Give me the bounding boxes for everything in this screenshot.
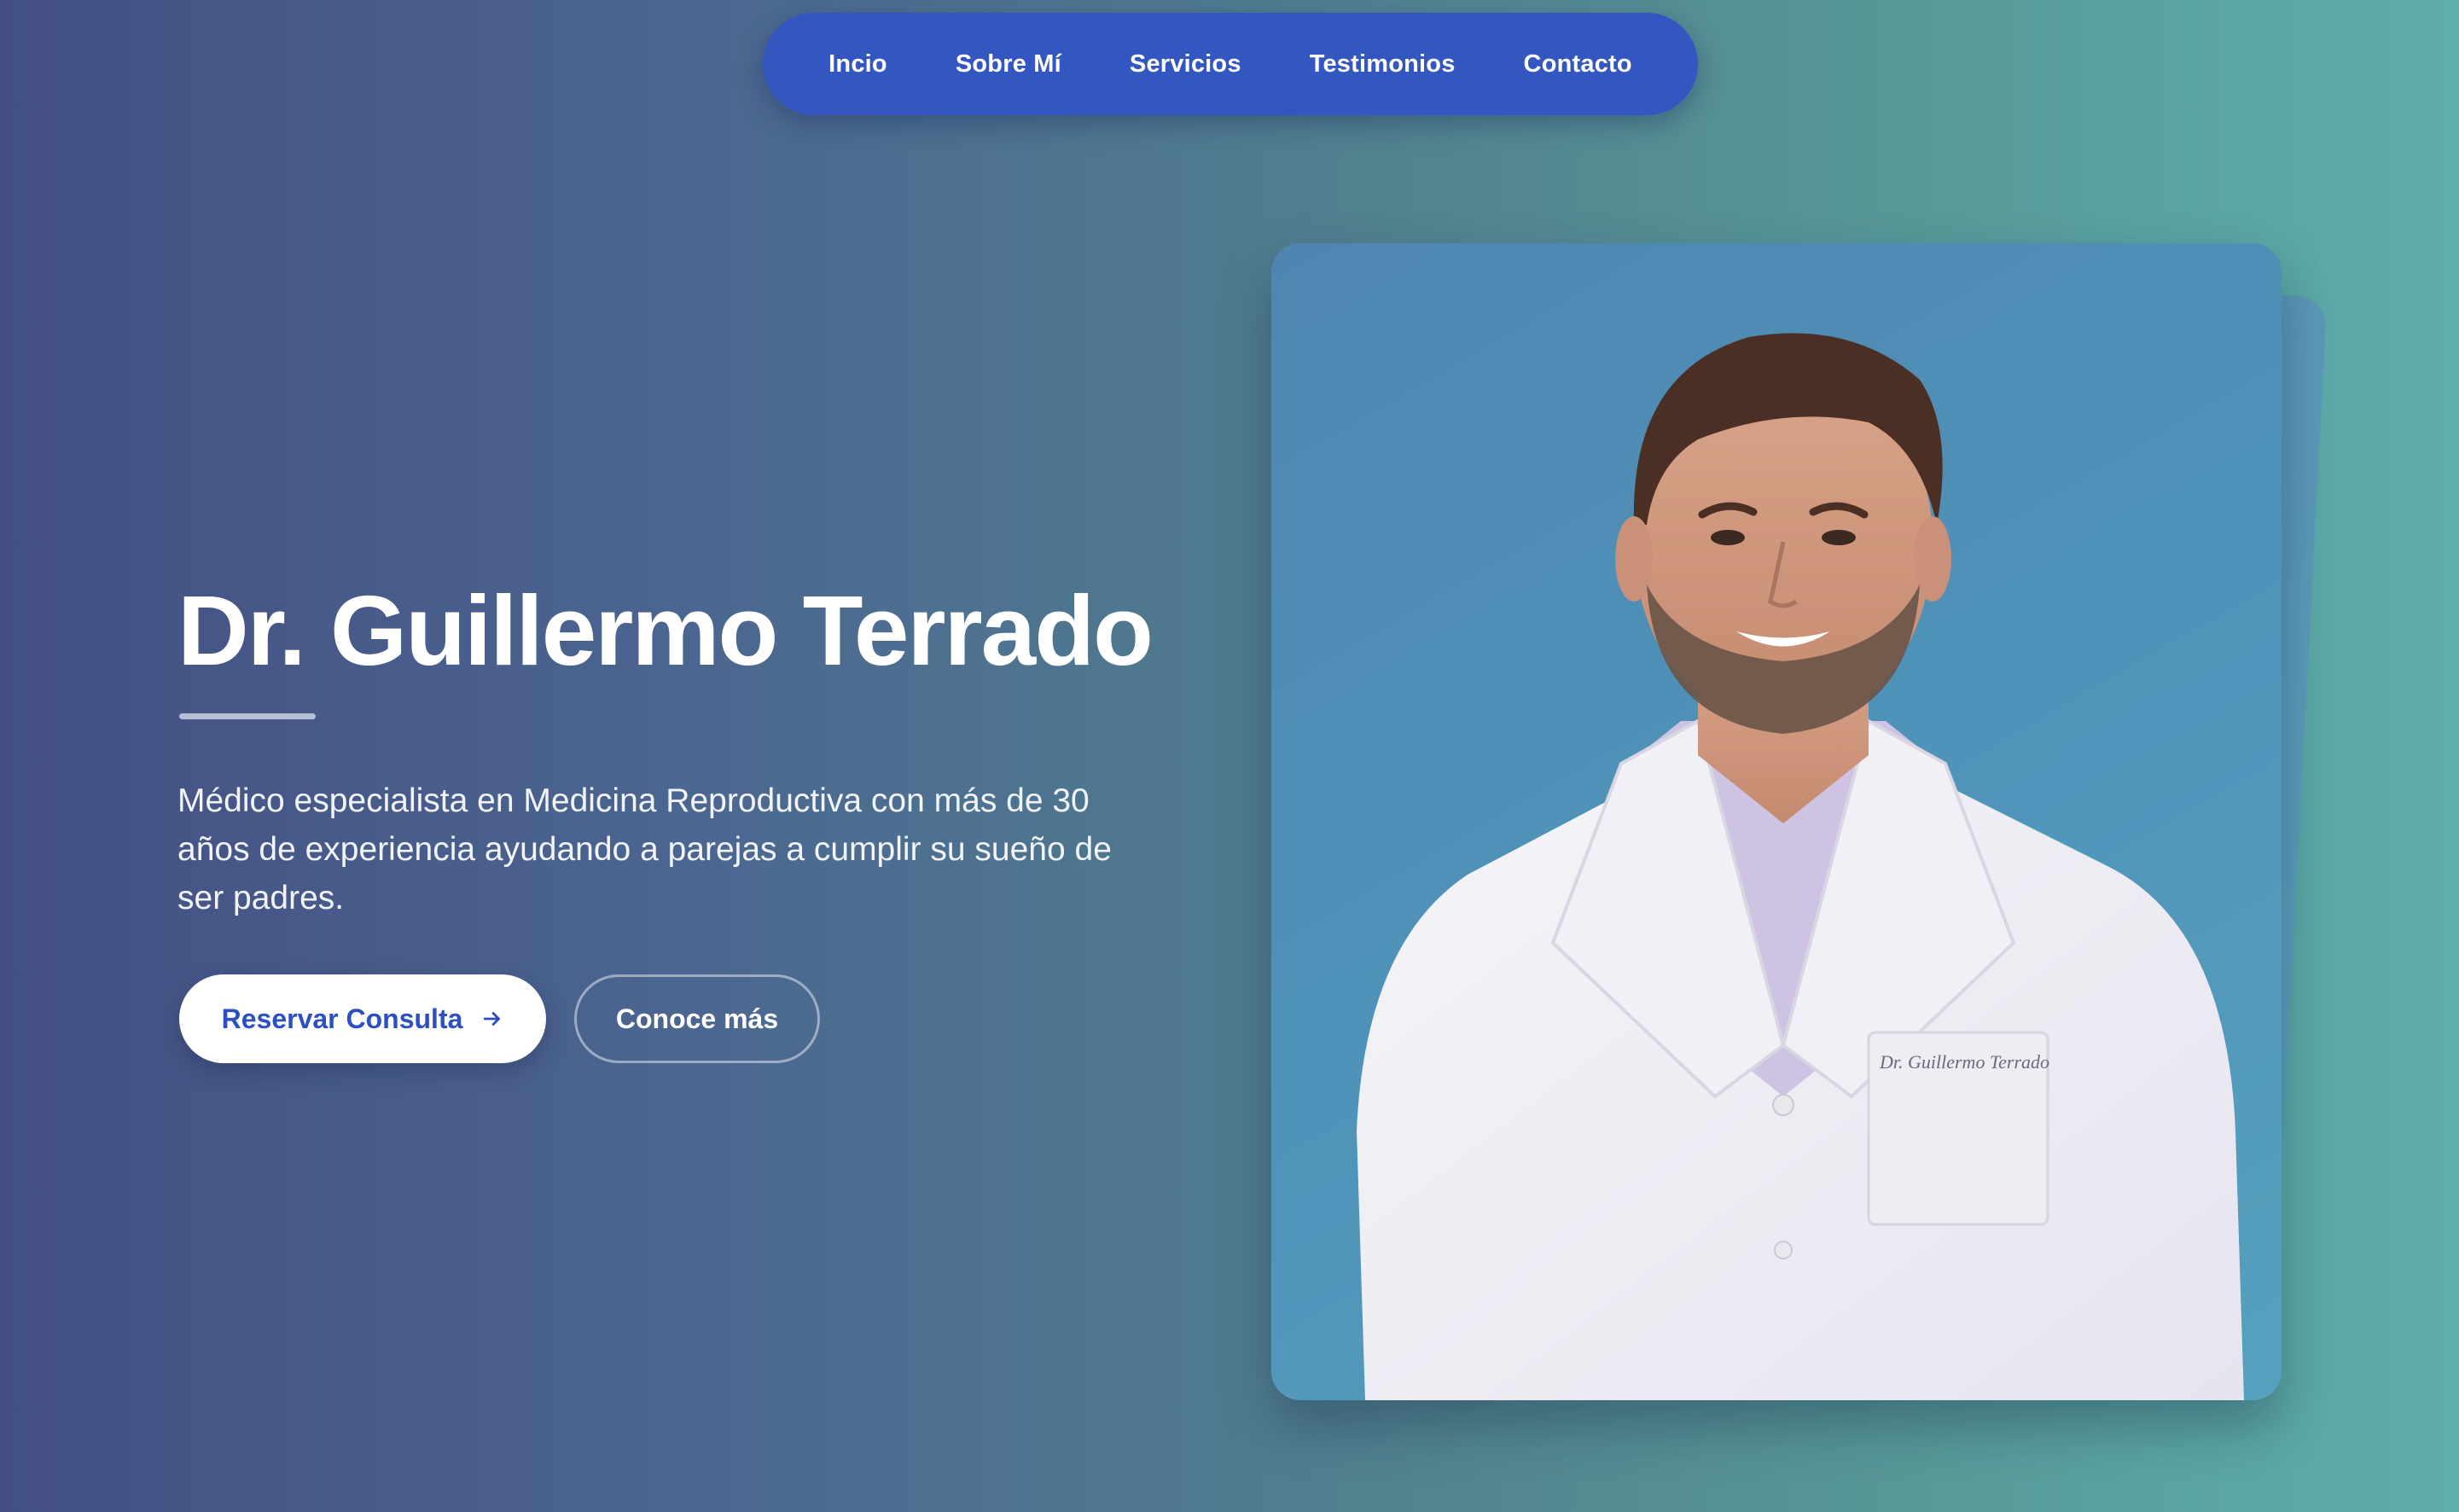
- coat-name-badge: Dr. Guillermo Terrado: [1879, 1051, 2049, 1073]
- nav-link-sobre-mi[interactable]: Sobre Mí: [956, 50, 1061, 79]
- reservar-consulta-button[interactable]: Reservar Consulta: [179, 974, 546, 1063]
- main-navigation: Incio Sobre Mí Servicios Testimonios Con…: [763, 13, 1698, 115]
- doctor-portrait-image: Dr. Guillermo Terrado: [1357, 333, 2244, 1400]
- conoce-mas-label: Conoce más: [615, 1003, 779, 1034]
- hero-title: Dr. Guillermo Terrado: [177, 575, 1154, 686]
- nav-link-testimonios[interactable]: Testimonios: [1310, 50, 1456, 79]
- conoce-mas-button[interactable]: Conoce más: [574, 974, 820, 1063]
- reservar-consulta-label: Reservar Consulta: [221, 1003, 463, 1034]
- nav-link-inicio[interactable]: Incio: [828, 50, 887, 79]
- hero-description: Médico especialista en Medicina Reproduc…: [177, 782, 1112, 916]
- title-underline: [179, 713, 316, 719]
- nav-link-contacto[interactable]: Contacto: [1524, 50, 1632, 79]
- arrow-right-icon: [481, 1008, 503, 1030]
- portrait-card: Dr. Guillermo Terrado: [1271, 243, 2282, 1400]
- nav-link-servicios[interactable]: Servicios: [1130, 50, 1241, 79]
